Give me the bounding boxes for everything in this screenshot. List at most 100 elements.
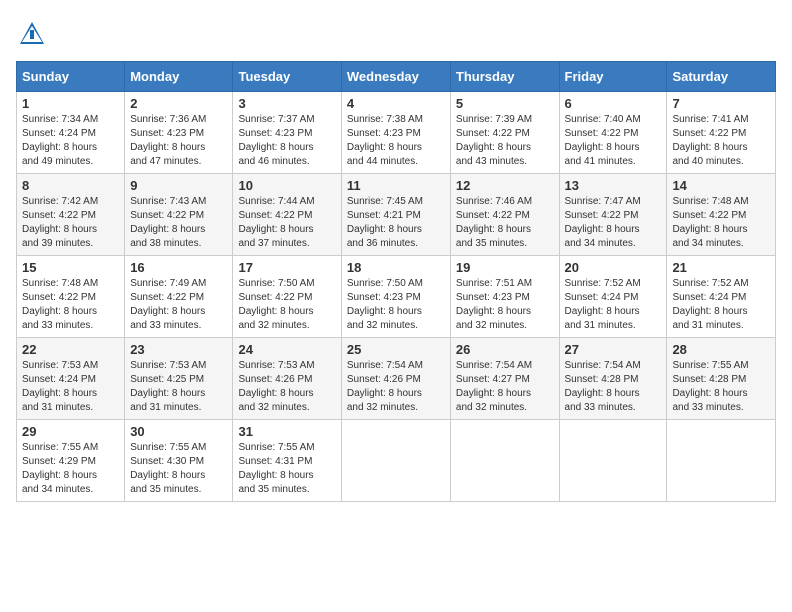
day-info: Sunrise: 7:39 AM Sunset: 4:22 PM Dayligh… — [456, 113, 554, 169]
calendar-cell: 29 Sunrise: 7:55 AM Sunset: 4:29 PM Dayli… — [17, 420, 125, 502]
day-number: 20 — [565, 260, 662, 275]
day-info: Sunrise: 7:53 AM Sunset: 4:24 PM Dayligh… — [22, 359, 119, 415]
day-number: 23 — [130, 342, 227, 357]
day-number: 16 — [130, 260, 227, 275]
day-info: Sunrise: 7:50 AM Sunset: 4:23 PM Dayligh… — [347, 277, 445, 333]
day-number: 3 — [238, 96, 335, 111]
calendar-cell: 22 Sunrise: 7:53 AM Sunset: 4:24 PM Dayli… — [17, 338, 125, 420]
day-info: Sunrise: 7:40 AM Sunset: 4:22 PM Dayligh… — [565, 113, 662, 169]
calendar-cell: 21 Sunrise: 7:52 AM Sunset: 4:24 PM Dayli… — [667, 256, 776, 338]
calendar-cell — [667, 420, 776, 502]
logo — [16, 20, 46, 53]
day-info: Sunrise: 7:38 AM Sunset: 4:23 PM Dayligh… — [347, 113, 445, 169]
day-info: Sunrise: 7:42 AM Sunset: 4:22 PM Dayligh… — [22, 195, 119, 251]
day-number: 10 — [238, 178, 335, 193]
header-wednesday: Wednesday — [341, 62, 450, 92]
day-number: 21 — [672, 260, 770, 275]
calendar-cell: 4 Sunrise: 7:38 AM Sunset: 4:23 PM Daylig… — [341, 92, 450, 174]
calendar-cell — [341, 420, 450, 502]
day-info: Sunrise: 7:49 AM Sunset: 4:22 PM Dayligh… — [130, 277, 227, 333]
day-info: Sunrise: 7:48 AM Sunset: 4:22 PM Dayligh… — [672, 195, 770, 251]
day-number: 4 — [347, 96, 445, 111]
header-saturday: Saturday — [667, 62, 776, 92]
calendar-week-row: 22 Sunrise: 7:53 AM Sunset: 4:24 PM Dayli… — [17, 338, 776, 420]
calendar-cell: 30 Sunrise: 7:55 AM Sunset: 4:30 PM Dayli… — [125, 420, 233, 502]
calendar-cell: 6 Sunrise: 7:40 AM Sunset: 4:22 PM Daylig… — [559, 92, 667, 174]
day-number: 14 — [672, 178, 770, 193]
day-number: 7 — [672, 96, 770, 111]
day-number: 19 — [456, 260, 554, 275]
calendar-cell: 8 Sunrise: 7:42 AM Sunset: 4:22 PM Daylig… — [17, 174, 125, 256]
day-info: Sunrise: 7:48 AM Sunset: 4:22 PM Dayligh… — [22, 277, 119, 333]
calendar-cell: 24 Sunrise: 7:53 AM Sunset: 4:26 PM Dayli… — [233, 338, 341, 420]
day-info: Sunrise: 7:54 AM Sunset: 4:28 PM Dayligh… — [565, 359, 662, 415]
calendar-week-row: 8 Sunrise: 7:42 AM Sunset: 4:22 PM Daylig… — [17, 174, 776, 256]
calendar-cell: 7 Sunrise: 7:41 AM Sunset: 4:22 PM Daylig… — [667, 92, 776, 174]
header — [16, 16, 776, 53]
header-thursday: Thursday — [450, 62, 559, 92]
day-info: Sunrise: 7:51 AM Sunset: 4:23 PM Dayligh… — [456, 277, 554, 333]
calendar-cell — [559, 420, 667, 502]
calendar-cell: 5 Sunrise: 7:39 AM Sunset: 4:22 PM Daylig… — [450, 92, 559, 174]
calendar-cell: 17 Sunrise: 7:50 AM Sunset: 4:22 PM Dayli… — [233, 256, 341, 338]
day-number: 24 — [238, 342, 335, 357]
calendar-header-row: SundayMondayTuesdayWednesdayThursdayFrid… — [17, 62, 776, 92]
calendar-cell: 3 Sunrise: 7:37 AM Sunset: 4:23 PM Daylig… — [233, 92, 341, 174]
calendar-cell: 1 Sunrise: 7:34 AM Sunset: 4:24 PM Daylig… — [17, 92, 125, 174]
day-number: 25 — [347, 342, 445, 357]
day-info: Sunrise: 7:53 AM Sunset: 4:26 PM Dayligh… — [238, 359, 335, 415]
header-tuesday: Tuesday — [233, 62, 341, 92]
day-number: 30 — [130, 424, 227, 439]
day-info: Sunrise: 7:44 AM Sunset: 4:22 PM Dayligh… — [238, 195, 335, 251]
calendar-cell: 23 Sunrise: 7:53 AM Sunset: 4:25 PM Dayli… — [125, 338, 233, 420]
day-info: Sunrise: 7:34 AM Sunset: 4:24 PM Dayligh… — [22, 113, 119, 169]
calendar-cell: 28 Sunrise: 7:55 AM Sunset: 4:28 PM Dayli… — [667, 338, 776, 420]
day-info: Sunrise: 7:53 AM Sunset: 4:25 PM Dayligh… — [130, 359, 227, 415]
header-sunday: Sunday — [17, 62, 125, 92]
day-info: Sunrise: 7:52 AM Sunset: 4:24 PM Dayligh… — [565, 277, 662, 333]
day-number: 31 — [238, 424, 335, 439]
day-info: Sunrise: 7:52 AM Sunset: 4:24 PM Dayligh… — [672, 277, 770, 333]
calendar-cell: 27Sunrise: 7:54 AM Sunset: 4:28 PM Dayli… — [559, 338, 667, 420]
day-number: 22 — [22, 342, 119, 357]
day-number: 5 — [456, 96, 554, 111]
calendar-cell: 2 Sunrise: 7:36 AM Sunset: 4:23 PM Daylig… — [125, 92, 233, 174]
day-info: Sunrise: 7:55 AM Sunset: 4:31 PM Dayligh… — [238, 441, 335, 497]
day-number: 29 — [22, 424, 119, 439]
calendar-week-row: 15 Sunrise: 7:48 AM Sunset: 4:22 PM Dayli… — [17, 256, 776, 338]
calendar-cell: 15 Sunrise: 7:48 AM Sunset: 4:22 PM Dayli… — [17, 256, 125, 338]
day-number: 11 — [347, 178, 445, 193]
calendar-cell: 10 Sunrise: 7:44 AM Sunset: 4:22 PM Dayli… — [233, 174, 341, 256]
calendar-cell: 19 Sunrise: 7:51 AM Sunset: 4:23 PM Dayli… — [450, 256, 559, 338]
day-info: Sunrise: 7:55 AM Sunset: 4:29 PM Dayligh… — [22, 441, 119, 497]
day-number: 2 — [130, 96, 227, 111]
day-number: 18 — [347, 260, 445, 275]
day-number: 15 — [22, 260, 119, 275]
header-monday: Monday — [125, 62, 233, 92]
day-info: Sunrise: 7:41 AM Sunset: 4:22 PM Dayligh… — [672, 113, 770, 169]
day-info: Sunrise: 7:50 AM Sunset: 4:22 PM Dayligh… — [238, 277, 335, 333]
day-info: Sunrise: 7:55 AM Sunset: 4:28 PM Dayligh… — [672, 359, 770, 415]
day-info: Sunrise: 7:45 AM Sunset: 4:21 PM Dayligh… — [347, 195, 445, 251]
day-info: Sunrise: 7:54 AM Sunset: 4:27 PM Dayligh… — [456, 359, 554, 415]
calendar-week-row: 1 Sunrise: 7:34 AM Sunset: 4:24 PM Daylig… — [17, 92, 776, 174]
day-info: Sunrise: 7:37 AM Sunset: 4:23 PM Dayligh… — [238, 113, 335, 169]
day-info: Sunrise: 7:54 AM Sunset: 4:26 PM Dayligh… — [347, 359, 445, 415]
day-info: Sunrise: 7:46 AM Sunset: 4:22 PM Dayligh… — [456, 195, 554, 251]
day-number: 26 — [456, 342, 554, 357]
day-number: 9 — [130, 178, 227, 193]
day-number: 12 — [456, 178, 554, 193]
calendar-cell: 25 Sunrise: 7:54 AM Sunset: 4:26 PM Dayli… — [341, 338, 450, 420]
logo-icon — [18, 20, 46, 48]
calendar-cell: 9Sunrise: 7:43 AM Sunset: 4:22 PM Daylig… — [125, 174, 233, 256]
day-number: 28 — [672, 342, 770, 357]
calendar-cell: 12 Sunrise: 7:46 AM Sunset: 4:22 PM Dayli… — [450, 174, 559, 256]
day-info: Sunrise: 7:47 AM Sunset: 4:22 PM Dayligh… — [565, 195, 662, 251]
day-number: 17 — [238, 260, 335, 275]
day-number: 8 — [22, 178, 119, 193]
day-info: Sunrise: 7:36 AM Sunset: 4:23 PM Dayligh… — [130, 113, 227, 169]
calendar-week-row: 29 Sunrise: 7:55 AM Sunset: 4:29 PM Dayli… — [17, 420, 776, 502]
day-number: 6 — [565, 96, 662, 111]
day-info: Sunrise: 7:55 AM Sunset: 4:30 PM Dayligh… — [130, 441, 227, 497]
day-number: 1 — [22, 96, 119, 111]
